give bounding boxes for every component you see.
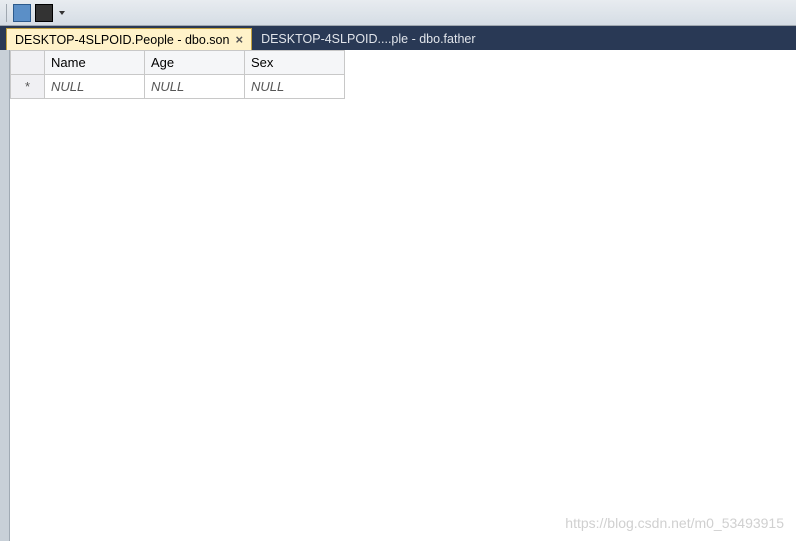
watermark: https://blog.csdn.net/m0_53493915	[565, 515, 784, 531]
chevron-down-icon[interactable]	[59, 11, 65, 15]
table-row[interactable]: * NULL NULL NULL	[11, 75, 345, 99]
cell-sex[interactable]: NULL	[245, 75, 345, 99]
close-icon[interactable]: ×	[235, 32, 243, 47]
toolbar	[0, 0, 796, 26]
toolbar-separator	[6, 4, 7, 22]
save-icon[interactable]	[35, 4, 53, 22]
tab-label: DESKTOP-4SLPOID.People - dbo.son	[15, 33, 229, 47]
data-grid-area: Name Age Sex * NULL NULL NULL https://bl…	[10, 50, 796, 541]
left-gutter	[0, 50, 10, 541]
content-area: Name Age Sex * NULL NULL NULL https://bl…	[0, 50, 796, 541]
column-header-sex[interactable]: Sex	[245, 51, 345, 75]
row-marker: *	[11, 75, 45, 99]
column-header-name[interactable]: Name	[45, 51, 145, 75]
tab-label: DESKTOP-4SLPOID....ple - dbo.father	[261, 32, 475, 46]
tab-dbo-son[interactable]: DESKTOP-4SLPOID.People - dbo.son ×	[6, 28, 252, 50]
data-grid[interactable]: Name Age Sex * NULL NULL NULL	[10, 50, 345, 99]
grid-view-icon[interactable]	[13, 4, 31, 22]
column-header-age[interactable]: Age	[145, 51, 245, 75]
row-header-blank	[11, 51, 45, 75]
cell-age[interactable]: NULL	[145, 75, 245, 99]
tabstrip: DESKTOP-4SLPOID.People - dbo.son × DESKT…	[0, 26, 796, 50]
cell-name[interactable]: NULL	[45, 75, 145, 99]
tab-dbo-father[interactable]: DESKTOP-4SLPOID....ple - dbo.father	[253, 28, 483, 50]
